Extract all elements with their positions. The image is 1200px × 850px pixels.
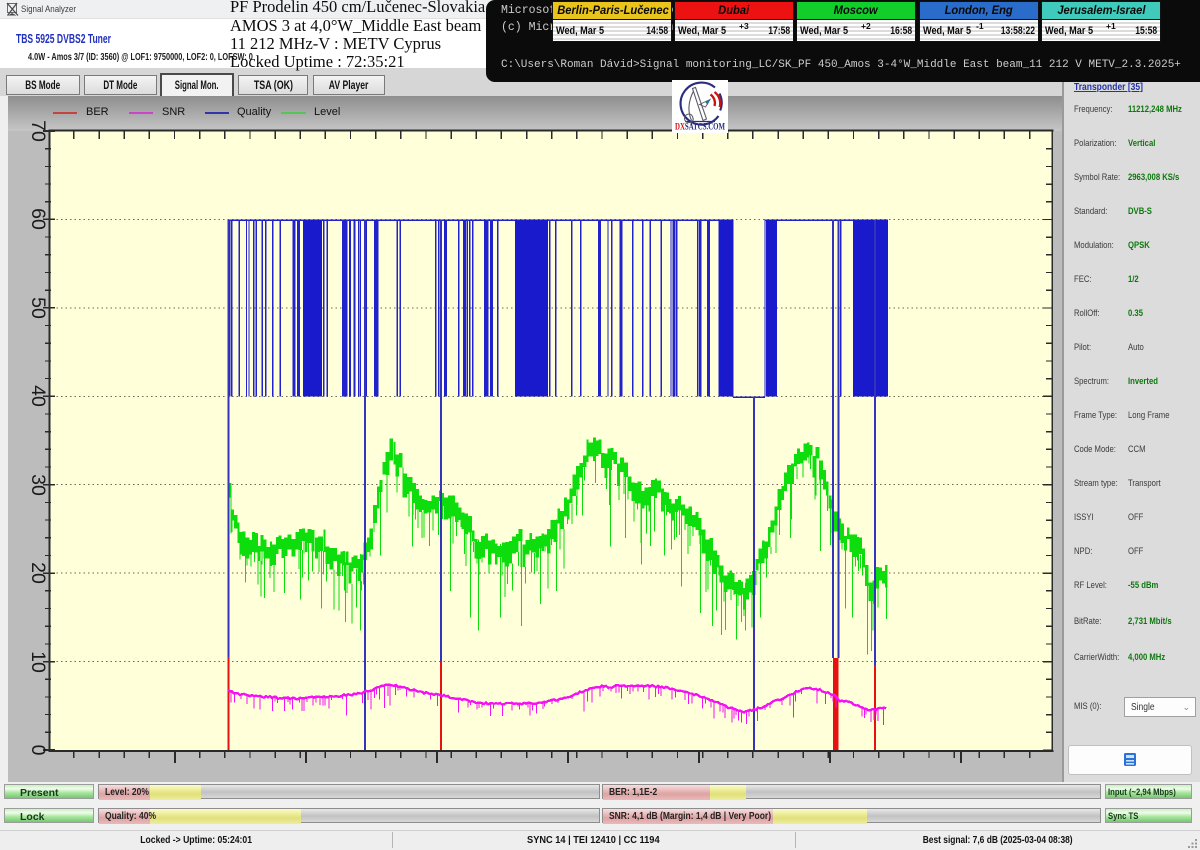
svg-text:DXSATCS.COM: DXSATCS.COM xyxy=(675,122,725,132)
